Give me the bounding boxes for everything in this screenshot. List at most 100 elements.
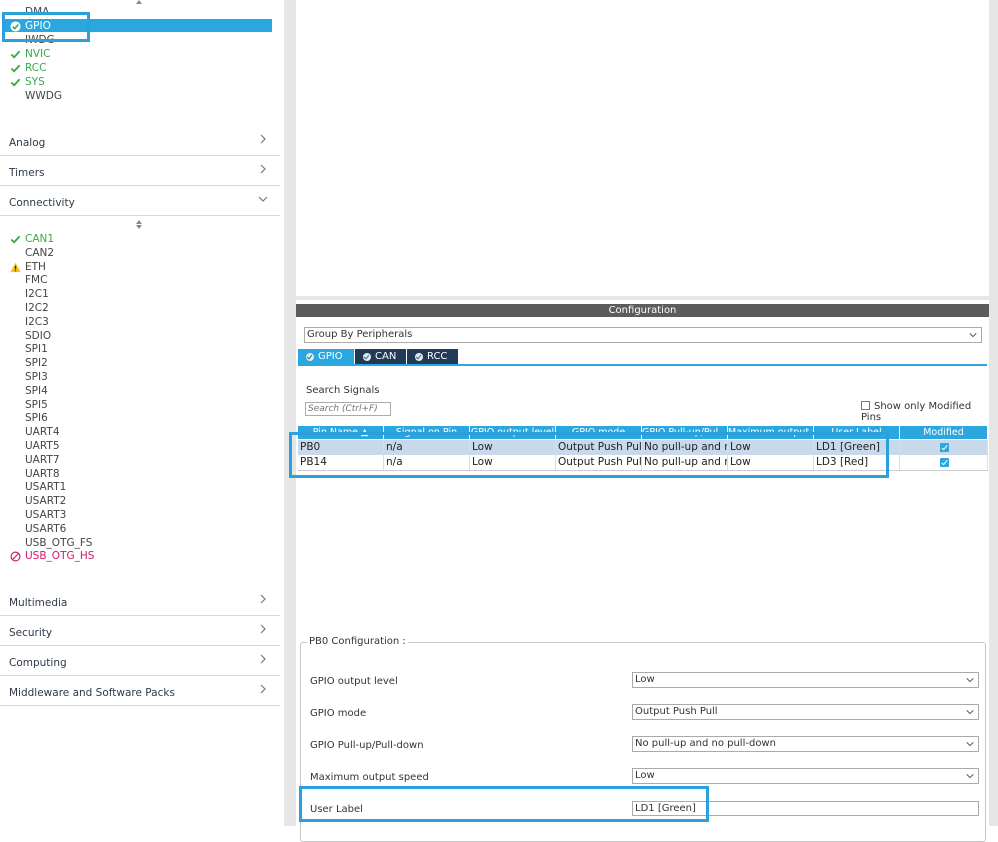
sidebar-item-label: SYS <box>25 76 45 88</box>
chevron-down-icon <box>966 710 974 715</box>
chevron-right-icon <box>260 684 266 694</box>
chevron-down-icon <box>966 742 974 747</box>
configuration-title: Configuration <box>296 304 989 317</box>
check-icon <box>10 50 21 59</box>
select-value: Low <box>635 674 655 685</box>
cell-modified <box>900 440 988 455</box>
field-label: GPIO output level <box>310 676 398 687</box>
gpio-pull-select[interactable]: No pull-up and no pull-down <box>632 736 979 752</box>
section-title: Multimedia <box>9 597 68 609</box>
highlight-box-gpio <box>2 12 90 42</box>
max-output-speed-select[interactable]: Low <box>632 768 979 784</box>
sidebar-item-label: I2C1 <box>25 288 49 301</box>
tab-gpio[interactable]: GPIO <box>298 349 354 364</box>
category-sidebar: DMA GPIO IWDG NVIC RCC SYS WWDG Analog T… <box>0 0 284 826</box>
scroll-up-icon[interactable] <box>136 0 142 4</box>
show-modified-checkbox[interactable]: Show only Modified Pins <box>861 401 989 423</box>
chevron-right-icon <box>260 654 266 664</box>
sidebar-item-label: USART3 <box>25 509 67 521</box>
section-multimedia[interactable]: Multimedia <box>0 586 280 616</box>
group-by-select[interactable]: Group By Peripherals <box>304 327 982 343</box>
check-circle-icon <box>363 353 371 361</box>
sidebar-item-label: SPI1 <box>25 343 48 356</box>
sidebar-item-label: WWDG <box>25 90 62 102</box>
sidebar-item-label: UART5 <box>25 440 60 452</box>
section-title: Middleware and Software Packs <box>9 687 175 699</box>
section-connectivity[interactable]: Connectivity <box>0 186 280 216</box>
chevron-right-icon <box>260 164 266 174</box>
tab-label: CAN <box>375 351 397 362</box>
sidebar-item-label: UART8 <box>25 467 60 480</box>
section-middleware[interactable]: Middleware and Software Packs <box>0 676 280 706</box>
checked-icon[interactable] <box>940 443 949 452</box>
chevron-down-icon <box>969 333 977 338</box>
sidebar-item-label: USART6 <box>25 522 67 535</box>
chevron-right-icon <box>260 134 266 144</box>
window-edge <box>989 0 998 826</box>
show-modified-label: Show only Modified Pins <box>861 401 972 423</box>
sidebar-item-label: CAN1 <box>25 233 55 245</box>
check-icon <box>10 235 21 244</box>
column-header-modified[interactable]: Modified <box>900 426 988 439</box>
section-computing[interactable]: Computing <box>0 646 280 676</box>
section-title: Connectivity <box>9 197 75 209</box>
sidebar-item-label: SPI4 <box>25 384 48 397</box>
sidebar-item-label: USB_OTG_HS <box>25 550 95 563</box>
gpio-output-level-select[interactable]: Low <box>632 672 979 688</box>
chevron-down-icon <box>258 196 268 202</box>
sidebar-item-label: RCC <box>25 62 47 74</box>
tab-can[interactable]: CAN <box>355 349 406 364</box>
blocked-icon <box>10 551 21 562</box>
configuration-pane: Configuration Group By Peripherals GPIO … <box>296 296 989 842</box>
check-circle-icon <box>306 353 314 361</box>
sidebar-item-label: I2C3 <box>25 315 49 328</box>
sidebar-item-label: ETH <box>25 260 46 273</box>
sidebar-item-label: USART2 <box>25 495 67 508</box>
check-circle-icon <box>415 353 423 361</box>
sidebar-item-label: UART4 <box>25 426 60 439</box>
search-signals-label: Search Signals <box>306 385 380 396</box>
select-value: No pull-up and no pull-down <box>635 738 776 749</box>
section-title: Security <box>9 627 53 639</box>
chevron-right-icon <box>260 624 266 634</box>
section-timers[interactable]: Timers <box>0 156 280 186</box>
chevron-down-icon <box>966 678 974 683</box>
tab-underline <box>298 364 987 366</box>
header-label: Modified <box>923 427 964 438</box>
field-label: Maximum output speed <box>310 772 429 783</box>
sidebar-item-label: CAN2 <box>25 246 55 259</box>
pane-splitter[interactable] <box>284 0 296 826</box>
sidebar-item-label: SPI5 <box>25 398 48 411</box>
highlight-box-user-label <box>299 786 709 822</box>
sidebar-item-label: I2C2 <box>25 302 49 314</box>
section-title: Computing <box>9 657 67 669</box>
section-security[interactable]: Security <box>0 616 280 646</box>
chevron-right-icon <box>260 594 266 604</box>
tab-label: RCC <box>427 351 448 362</box>
checked-icon[interactable] <box>940 458 949 467</box>
sidebar-item-label: FMC <box>25 274 48 287</box>
gpio-mode-select[interactable]: Output Push Pull <box>632 704 979 720</box>
pinout-view-pane <box>296 0 989 296</box>
checkbox-box[interactable] <box>861 401 870 410</box>
sidebar-item-label: USB_OTG_FS <box>25 536 93 549</box>
select-value: Output Push Pull <box>635 706 718 717</box>
check-icon <box>10 78 21 87</box>
field-label: GPIO mode <box>310 708 367 719</box>
search-signals-input[interactable] <box>305 402 391 416</box>
select-value: Low <box>635 770 655 781</box>
cell-modified <box>900 455 988 470</box>
section-title: Analog <box>9 137 46 149</box>
field-label: GPIO Pull-up/Pull-down <box>310 740 424 751</box>
section-analog[interactable]: Analog <box>0 126 280 156</box>
sidebar-item-label: USART1 <box>25 481 67 494</box>
scroll-down-icon[interactable] <box>136 225 142 229</box>
sidebar-item-label: SPI3 <box>25 371 48 383</box>
highlight-box-table-rows <box>289 432 889 478</box>
tab-label: GPIO <box>318 351 343 362</box>
scroll-up-icon[interactable] <box>136 220 142 224</box>
group-by-value: Group By Peripherals <box>307 329 413 340</box>
tab-rcc[interactable]: RCC <box>407 349 458 364</box>
check-icon <box>10 64 21 73</box>
pin-config-title: PB0 Configuration : <box>307 636 408 647</box>
